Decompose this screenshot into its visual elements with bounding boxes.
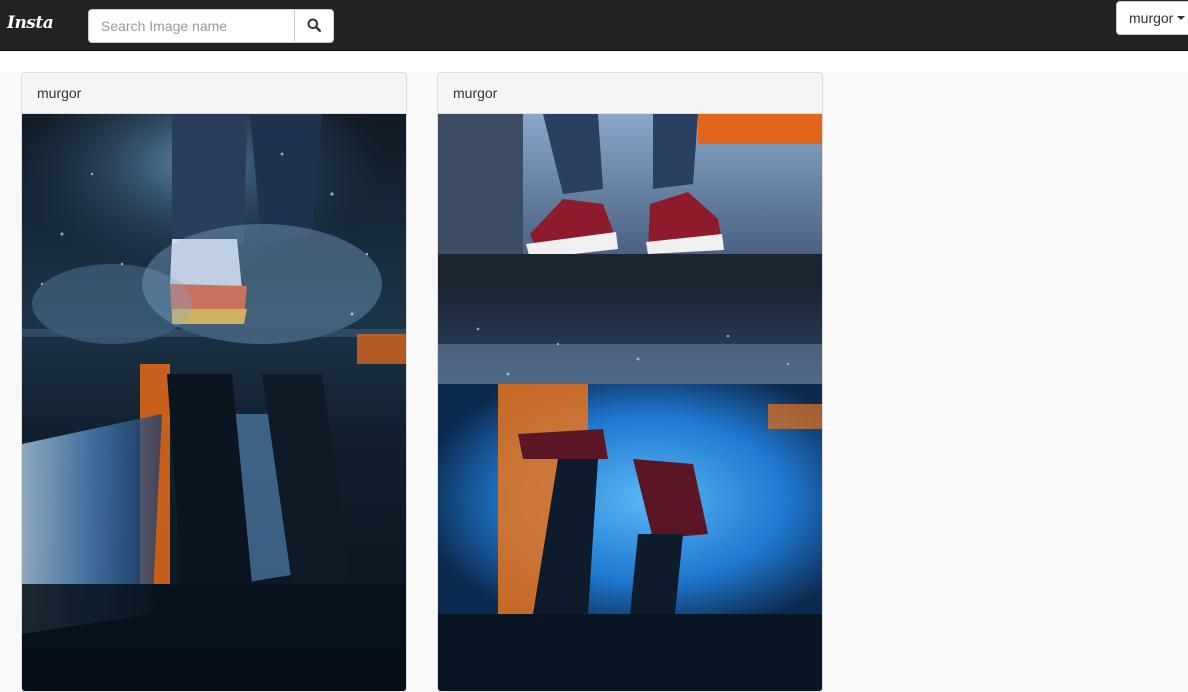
search-icon xyxy=(307,18,322,35)
post-username[interactable]: murgor xyxy=(453,85,497,101)
top-navbar: Insta murgor xyxy=(0,0,1188,51)
post-card: murgor xyxy=(437,72,823,692)
post-image[interactable] xyxy=(438,114,822,692)
brand-logo[interactable]: Insta xyxy=(7,13,54,33)
user-menu-label: murgor xyxy=(1129,10,1174,26)
search-input[interactable] xyxy=(88,9,294,43)
post-header: murgor xyxy=(22,73,406,114)
post-image[interactable] xyxy=(22,114,406,692)
post-card: murgor xyxy=(21,72,407,692)
page-top-strip xyxy=(0,51,1188,72)
post-username[interactable]: murgor xyxy=(37,85,81,101)
post-header: murgor xyxy=(438,73,822,114)
search-button[interactable] xyxy=(294,9,334,43)
user-menu-button[interactable]: murgor xyxy=(1116,1,1188,35)
search-form xyxy=(88,9,334,43)
caret-down-icon xyxy=(1177,16,1186,20)
